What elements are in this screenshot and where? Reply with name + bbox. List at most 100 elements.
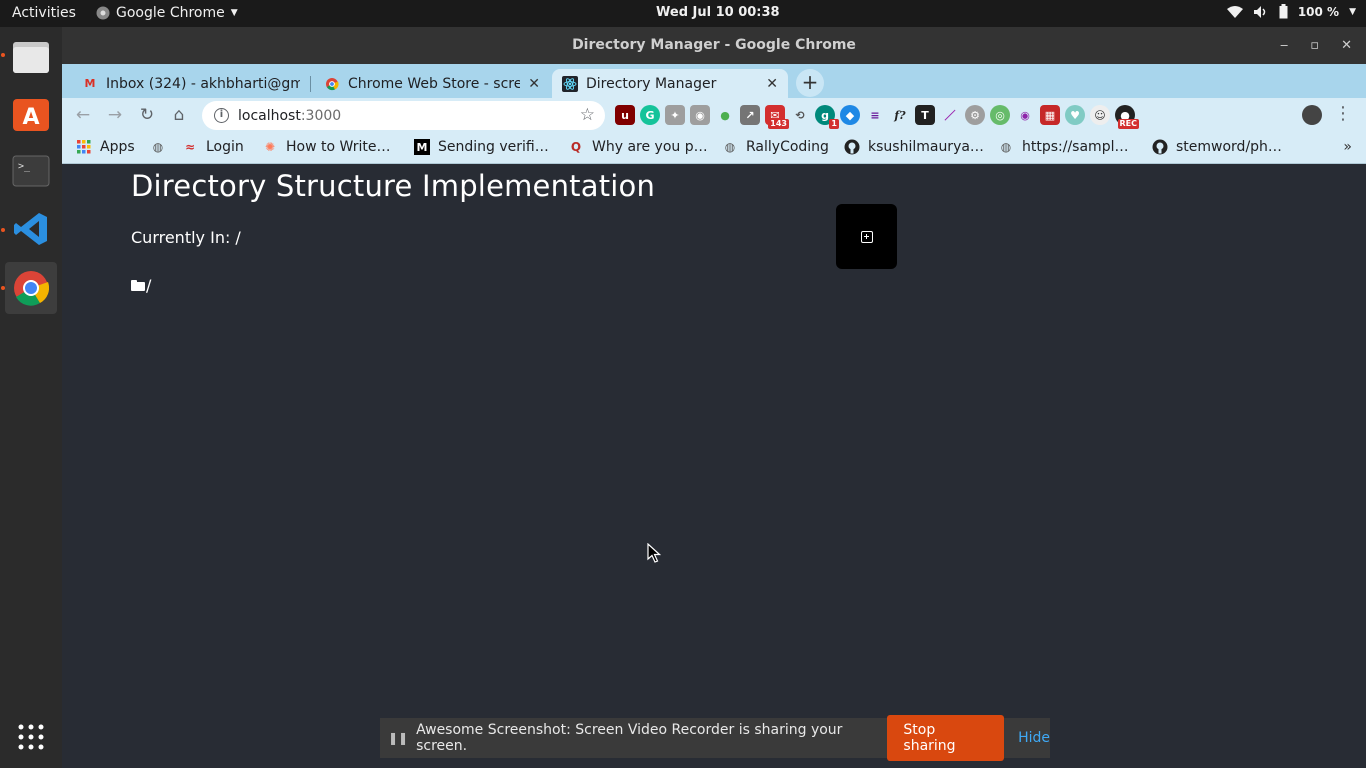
bookmark-stemword[interactable]: stemword/ph…	[1152, 139, 1282, 155]
forward-button[interactable]: →	[104, 104, 126, 126]
text-box-icon[interactable]: T	[915, 105, 935, 125]
app-name: Google Chrome	[116, 5, 225, 21]
page-content: Directory Structure Implementation Curre…	[62, 164, 1366, 768]
system-top-bar: Activities Google Chrome ▼ Wed Jul 10 00…	[0, 0, 1366, 27]
tab-separator	[310, 76, 311, 92]
chrome-icon	[14, 271, 49, 306]
dock-terminal[interactable]: >_	[5, 145, 57, 197]
chrome-menu-icon[interactable]: ⋮	[1334, 104, 1352, 124]
grammarly-badge-icon[interactable]: g1	[815, 105, 839, 129]
list-icon[interactable]: ≡	[865, 105, 885, 125]
app-menu[interactable]: Google Chrome ▼	[96, 5, 238, 21]
ethereum-icon[interactable]: ◆	[840, 105, 860, 125]
dock-chrome[interactable]	[5, 262, 57, 314]
clock[interactable]: Wed Jul 10 00:38	[656, 5, 780, 20]
close-tab-icon[interactable]: ✕	[528, 76, 540, 92]
color-picker-icon[interactable]: ●	[715, 105, 735, 125]
profile-avatar[interactable]	[1302, 105, 1322, 125]
dock-software[interactable]: A	[5, 87, 57, 139]
apps-grid-icon	[18, 724, 44, 750]
camera-icon[interactable]: ◉	[690, 105, 710, 125]
quora-icon: Q	[570, 140, 582, 154]
current-directory-label: Currently In: /	[131, 228, 241, 247]
font-finder-icon[interactable]: f?	[890, 105, 910, 125]
smile-icon[interactable]: ☺	[1090, 105, 1110, 125]
globe-icon: ◍	[1000, 140, 1012, 154]
tab-strip: M Inbox (324) - akhbharti@gmail.com Chro…	[62, 64, 1366, 98]
github-icon	[844, 139, 860, 155]
bookmark-apps[interactable]: Apps	[76, 139, 135, 155]
share-message: Awesome Screenshot: Screen Video Recorde…	[416, 722, 843, 754]
chrome-web-store-icon	[324, 76, 340, 92]
close-tab-icon[interactable]: ✕	[766, 76, 778, 92]
close-window-button[interactable]: ✕	[1341, 27, 1352, 64]
address-bar[interactable]: i localhost:3000 ☆	[202, 101, 605, 130]
back-button[interactable]: ←	[72, 104, 94, 126]
bookmark-star-icon[interactable]: ☆	[580, 105, 595, 125]
hide-link[interactable]: Hide	[1018, 730, 1050, 746]
heart-icon[interactable]: ♥	[1065, 105, 1085, 125]
rec-badge: REC	[1117, 119, 1139, 129]
ubuntu-software-icon: A	[13, 99, 49, 131]
chevron-down-icon: ▼	[1349, 6, 1356, 17]
reload-button[interactable]: ↻	[136, 104, 158, 126]
bookmark-sending-verifi[interactable]: M Sending verifi…	[414, 139, 549, 155]
extensions-area: u G ✦ ◉ ● ↗ ✉ 143 ⟲ g1 ◆ ≡ f? T ／ ⚙ ◎ ◉ ▦…	[615, 105, 1139, 129]
battery-icon	[1279, 4, 1288, 19]
bookmarks-bar: Apps ◍ ≈ Login ✺ How to Write… M Sending…	[62, 132, 1366, 164]
bookmarks-overflow-icon[interactable]: »	[1343, 139, 1352, 155]
site-info-icon[interactable]: i	[214, 108, 229, 123]
terminal-icon: >_	[12, 155, 50, 187]
gear-icon[interactable]: ⚙	[965, 105, 985, 125]
apps-grid-icon	[76, 139, 92, 155]
bookmark-rallycoding[interactable]: ◍ RallyCoding	[722, 139, 829, 155]
dock-vscode[interactable]	[5, 203, 57, 255]
dock: A >_	[0, 27, 62, 768]
bookmark-globe[interactable]: ◍	[150, 139, 174, 155]
add-item-button[interactable]	[836, 204, 897, 269]
gmail-icon: M	[84, 77, 96, 90]
system-menu[interactable]: 100 % ▼	[1226, 4, 1356, 19]
dock-show-apps[interactable]	[5, 711, 57, 763]
grammarly-extension-icon[interactable]: G	[640, 105, 660, 125]
bookmark-label: ksushilmaurya…	[868, 139, 984, 155]
mail-checker-icon[interactable]: ✉ 143	[765, 105, 789, 129]
minimize-button[interactable]: ‒	[1280, 27, 1288, 64]
stop-sharing-button[interactable]: Stop sharing	[887, 715, 1005, 761]
pause-icon: ❚❚	[388, 731, 409, 745]
bookmark-ksushilmaurya[interactable]: ksushilmaurya…	[844, 139, 984, 155]
screen-recorder-icon[interactable]: ● REC	[1115, 105, 1139, 129]
grammarly-badge: 1	[829, 119, 839, 129]
dock-files[interactable]	[5, 31, 57, 83]
bookmark-label: https://sampl…	[1022, 139, 1129, 155]
svg-text:>_: >_	[18, 161, 31, 172]
tab-gmail[interactable]: M Inbox (324) - akhbharti@gmail.com	[72, 69, 310, 98]
home-button[interactable]: ⌂	[168, 104, 190, 126]
window-titlebar[interactable]: Directory Manager - Google Chrome ‒ ▫ ✕	[62, 27, 1366, 64]
tab-title: Directory Manager	[586, 75, 717, 92]
activities-button[interactable]: Activities	[12, 5, 76, 21]
maximize-button[interactable]: ▫	[1310, 27, 1319, 64]
screen-share-bar: ❚❚ Awesome Screenshot: Screen Video Reco…	[380, 715, 1050, 761]
history-icon[interactable]: ⟲	[790, 105, 810, 125]
pin-extension-icon[interactable]: ✦	[665, 105, 685, 125]
tab-directory-manager[interactable]: Directory Manager ✕	[552, 69, 788, 98]
root-folder-item[interactable]: /	[131, 276, 151, 295]
red-extension-icon[interactable]: ▦	[1040, 105, 1060, 125]
tool-icon[interactable]: ↗	[740, 105, 760, 125]
url-port: :3000	[300, 107, 342, 124]
bookmark-login[interactable]: ≈ Login	[182, 139, 244, 155]
bookmark-https-sampl[interactable]: ◍ https://sampl…	[998, 139, 1129, 155]
bookmark-how-to-write[interactable]: ✺ How to Write…	[262, 139, 391, 155]
folder-icon	[131, 280, 145, 291]
ublock-icon[interactable]: u	[615, 105, 635, 125]
tab-title: Inbox (324) - akhbharti@gmail.com	[106, 75, 300, 92]
green-extension-icon[interactable]: ◎	[990, 105, 1010, 125]
medium-icon: M	[414, 139, 430, 155]
url-host: localhost	[238, 107, 301, 124]
tab-chrome-web-store[interactable]: Chrome Web Store - screen ✕	[314, 69, 550, 98]
bookmark-why-are-you[interactable]: Q Why are you p…	[568, 139, 708, 155]
broadcast-icon[interactable]: ◉	[1015, 105, 1035, 125]
new-tab-button[interactable]: +	[796, 69, 824, 97]
pen-icon[interactable]: ／	[940, 105, 960, 125]
